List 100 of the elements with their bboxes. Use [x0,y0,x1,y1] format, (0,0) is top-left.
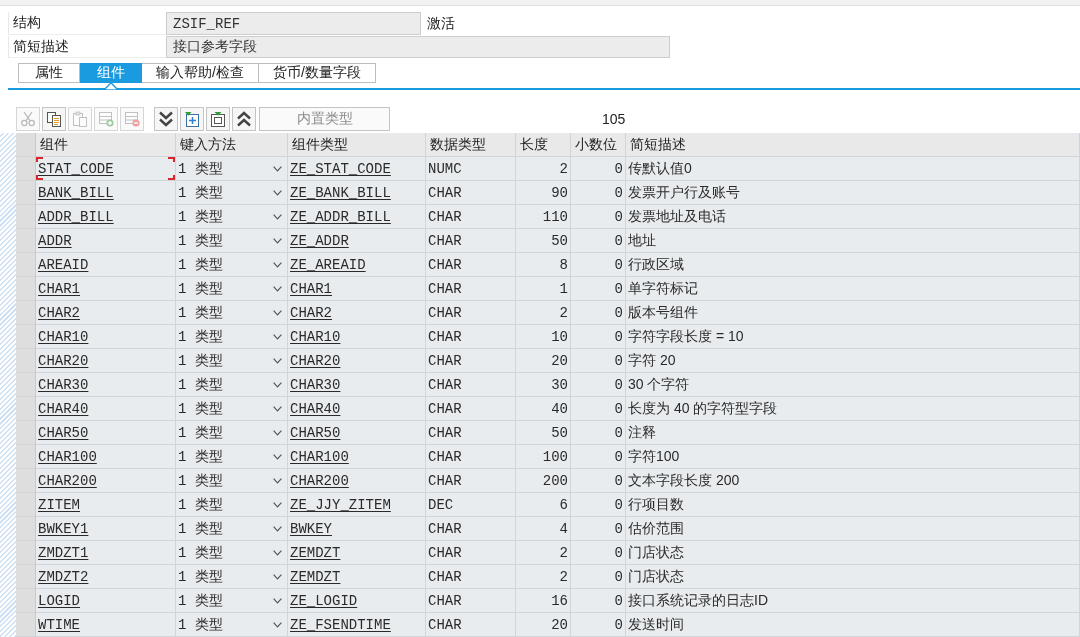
copy-button[interactable] [42,107,66,131]
component-type-link[interactable]: ZE_AREAID [288,253,426,277]
component-type-link[interactable]: ZE_ADDR_BILL [288,205,426,229]
row-selector[interactable] [16,253,36,277]
component-type-link[interactable]: CHAR10 [288,325,426,349]
component-link[interactable]: ZITEM [36,493,176,517]
entry-method-dropdown[interactable]: 1 类型 [176,349,288,373]
component-type-link[interactable]: CHAR100 [288,445,426,469]
component-link[interactable]: BWKEY1 [36,517,176,541]
component-link[interactable]: CHAR1 [36,277,176,301]
component-link[interactable]: LOGID [36,589,176,613]
entry-method-dropdown[interactable]: 1 类型 [176,205,288,229]
entry-method-dropdown[interactable]: 1 类型 [176,469,288,493]
component-type-link[interactable]: ZE_JJY_ZITEM [288,493,426,517]
table-cell: 100 [516,445,571,469]
component-type-link[interactable]: ZE_BANK_BILL [288,181,426,205]
column-header[interactable]: 组件 [36,133,176,157]
component-type-link[interactable]: CHAR20 [288,349,426,373]
entry-method-dropdown[interactable]: 1 类型 [176,229,288,253]
entry-method-dropdown[interactable]: 1 类型 [176,493,288,517]
column-header[interactable]: 键入方法 [176,133,288,157]
column-header[interactable]: 组件类型 [288,133,426,157]
entry-method-dropdown[interactable]: 1 类型 [176,181,288,205]
row-selector[interactable] [16,421,36,445]
row-selector[interactable] [16,157,36,181]
component-type-link[interactable]: CHAR1 [288,277,426,301]
component-link[interactable]: BANK_BILL [36,181,176,205]
row-selector[interactable] [16,397,36,421]
component-link[interactable]: CHAR20 [36,349,176,373]
entry-method-dropdown[interactable]: 1 类型 [176,541,288,565]
select-all-button[interactable] [16,133,36,157]
column-header[interactable]: 长度 [516,133,571,157]
entry-method-dropdown[interactable]: 1 类型 [176,421,288,445]
row-selector[interactable] [16,589,36,613]
row-selector[interactable] [16,181,36,205]
row-selector[interactable] [16,373,36,397]
row-selector[interactable] [16,445,36,469]
tab[interactable]: 属性 [18,63,80,83]
component-link[interactable]: ADDR [36,229,176,253]
component-link[interactable]: CHAR50 [36,421,176,445]
component-link[interactable]: CHAR30 [36,373,176,397]
component-type-link[interactable]: CHAR40 [288,397,426,421]
component-link[interactable]: CHAR40 [36,397,176,421]
entry-method-dropdown[interactable]: 1 类型 [176,301,288,325]
row-selector[interactable] [16,325,36,349]
row-selector[interactable] [16,301,36,325]
component-link[interactable]: CHAR100 [36,445,176,469]
component-type-link[interactable]: CHAR30 [288,373,426,397]
component-link[interactable]: ZMDZT2 [36,565,176,589]
entry-method-dropdown[interactable]: 1 类型 [176,325,288,349]
entry-method-dropdown[interactable]: 1 类型 [176,517,288,541]
row-selector[interactable] [16,469,36,493]
table-cell: 行政区域 [626,253,1080,277]
insert-button[interactable] [180,107,204,131]
entry-method-dropdown[interactable]: 1 类型 [176,589,288,613]
entry-method-dropdown[interactable]: 1 类型 [176,565,288,589]
row-selector[interactable] [16,277,36,301]
component-type-link[interactable]: ZE_LOGID [288,589,426,613]
entry-method-dropdown[interactable]: 1 类型 [176,157,288,181]
row-selector[interactable] [16,541,36,565]
expand-all-button[interactable] [154,107,178,131]
component-type-link[interactable]: ZE_FSENDTIME [288,613,426,637]
entry-method-dropdown[interactable]: 1 类型 [176,445,288,469]
row-selector[interactable] [16,517,36,541]
description-field[interactable]: 接口参考字段 [166,36,670,58]
column-header[interactable]: 数据类型 [426,133,516,157]
tab[interactable]: 货币/数量字段 [258,63,376,83]
component-link[interactable]: CHAR200 [36,469,176,493]
component-type-link[interactable]: CHAR2 [288,301,426,325]
row-selector[interactable] [16,205,36,229]
row-selector[interactable] [16,613,36,637]
component-type-link[interactable]: CHAR200 [288,469,426,493]
entry-method-dropdown[interactable]: 1 类型 [176,253,288,277]
component-link[interactable]: STAT_CODE [36,157,176,181]
collapse-all-button[interactable] [232,107,256,131]
component-link[interactable]: ADDR_BILL [36,205,176,229]
component-link[interactable]: WTIME [36,613,176,637]
component-type-link[interactable]: ZE_STAT_CODE [288,157,426,181]
component-type-link[interactable]: CHAR50 [288,421,426,445]
component-type-link[interactable]: ZE_ADDR [288,229,426,253]
row-selector[interactable] [16,493,36,517]
component-type-link[interactable]: BWKEY [288,517,426,541]
row-selector[interactable] [16,229,36,253]
entry-method-dropdown[interactable]: 1 类型 [176,613,288,637]
entry-method-dropdown[interactable]: 1 类型 [176,277,288,301]
component-link[interactable]: CHAR10 [36,325,176,349]
column-header[interactable]: 简短描述 [626,133,1080,157]
component-link[interactable]: CHAR2 [36,301,176,325]
component-type-link[interactable]: ZEMDZT [288,541,426,565]
row-selector[interactable] [16,565,36,589]
component-link[interactable]: AREAID [36,253,176,277]
column-header[interactable]: 小数位 [571,133,626,157]
tab[interactable]: 输入帮助/检查 [142,63,259,83]
component-type-link[interactable]: ZEMDZT [288,565,426,589]
entry-method-dropdown[interactable]: 1 类型 [176,373,288,397]
structure-field[interactable]: ZSIF_REF [166,12,421,35]
entry-method-dropdown[interactable]: 1 类型 [176,397,288,421]
component-link[interactable]: ZMDZT1 [36,541,176,565]
row-selector[interactable] [16,349,36,373]
block-button[interactable] [206,107,230,131]
